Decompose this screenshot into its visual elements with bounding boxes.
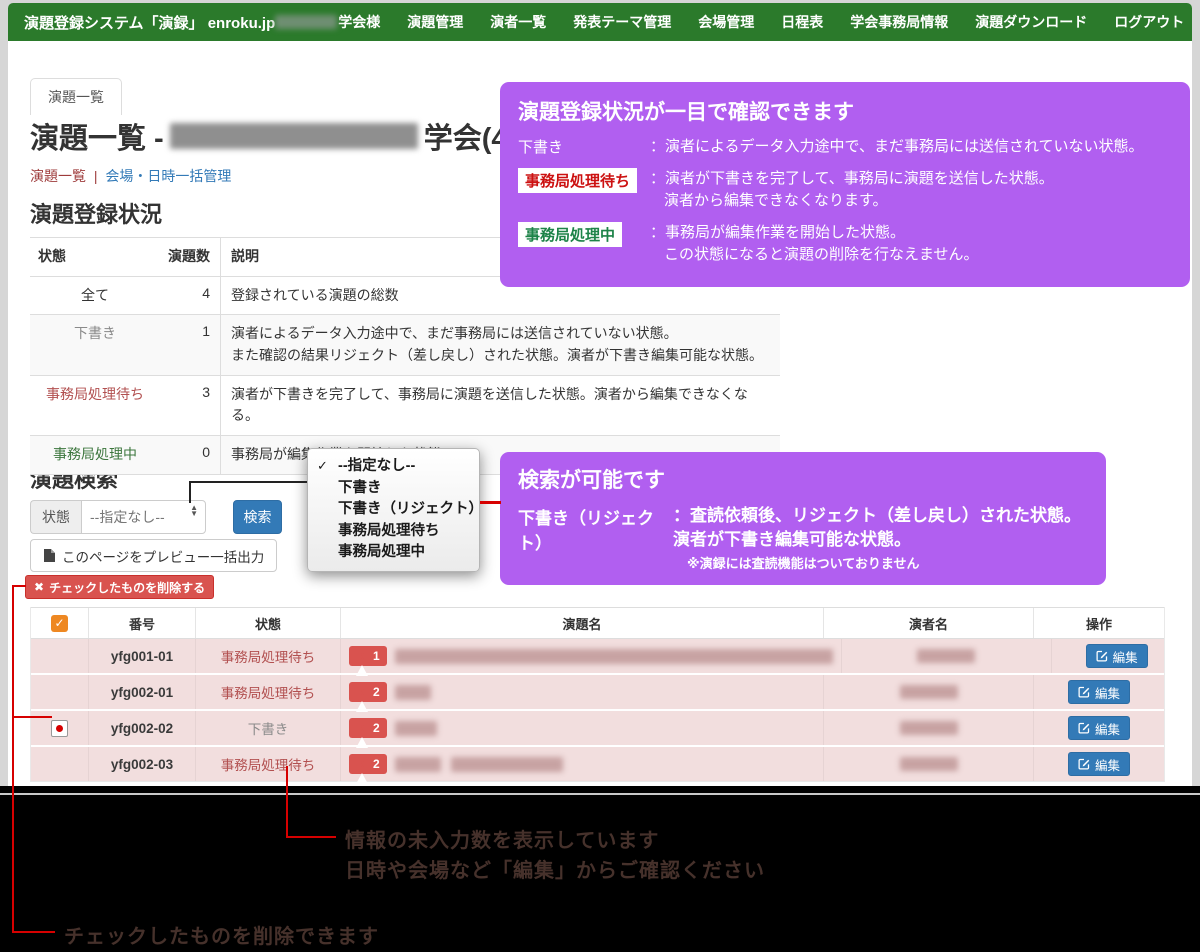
dropdown-option-draft[interactable]: 下書き [308, 478, 479, 500]
check-icon: ✓ [54, 616, 64, 630]
state-select[interactable]: --指定なし-- ▲▼ [81, 500, 206, 534]
annotation-warn-text-1: 情報の未入力数を表示しています [345, 824, 659, 853]
nav-item-download[interactable]: 演題ダウンロード [975, 12, 1087, 32]
state-label: 状態 [30, 500, 81, 534]
callout1-row-processing: 事務局処理中 ：事務局が編集作業を開始した状態。 この状態になると演題の削除を行… [518, 222, 1172, 267]
edit-button[interactable]: 編集 [1068, 752, 1130, 776]
callout1-row-draft: 下書き ：演者によるデータ入力途中で、まだ事務局には送信されていない状態。 [518, 136, 1172, 159]
edit-pencil-icon [1078, 758, 1090, 770]
callout2-title: 検索が可能です [518, 464, 1088, 494]
blurred-presentation-title [395, 685, 431, 700]
warning-count-badge: ! 2 [349, 718, 387, 738]
breadcrumb: 演題一覧 | 会場・日時一括管理 [30, 166, 231, 186]
annotation-line-badge-vertical [286, 766, 288, 838]
warning-icon: ! [356, 723, 369, 734]
edit-button[interactable]: 編集 [1068, 680, 1130, 704]
status-row-draft: 下書き 1 演者によるデータ入力途中で、まだ事務局には送信されていない状態。 ま… [30, 314, 780, 374]
edit-button[interactable]: 編集 [1086, 644, 1148, 668]
annotation-red-dot [56, 725, 63, 732]
nav-item-kaijo-kanri[interactable]: 会場管理 [698, 12, 754, 32]
blurred-presentation-title [451, 757, 563, 772]
select-all-checkbox[interactable]: ✓ [51, 615, 68, 632]
blurred-presenter-name [900, 685, 958, 699]
annotation-line-vertical-left [12, 585, 14, 933]
callout2-note: ※演録には査読機能はついておりません [673, 555, 1081, 573]
warning-icon: ! [356, 687, 369, 698]
connector-dropdown-to-callout [480, 501, 501, 504]
app-brand: 演題登録システム「演録」 enroku.jp [24, 12, 275, 33]
annotation-warn-text-2: 日時や会場など「編集」からご確認ください [345, 854, 765, 883]
nav-item-enja-ichiran[interactable]: 演者一覧 [490, 12, 546, 32]
connector-select-horizontal [189, 481, 307, 483]
warning-icon: ! [356, 759, 369, 770]
dropdown-option-waiting[interactable]: 事務局処理待ち [308, 521, 479, 543]
page-title: 演題一覧 - 学会(4 [30, 116, 508, 156]
state-select-dropdown: ✓ --指定なし-- 下書き 下書き（リジェクト） 事務局処理待ち 事務局処理中 [307, 448, 480, 572]
warning-count-badge: ! 2 [349, 682, 387, 702]
edit-button[interactable]: 編集 [1068, 716, 1130, 740]
annotation-line-to-delete-button [12, 585, 26, 587]
blurred-presenter-name [900, 757, 958, 771]
table-row: yfg002-01 事務局処理待ち ! 2 編集 [31, 675, 1164, 711]
nav-item-jimukyoku-info[interactable]: 学会事務局情報 [850, 12, 948, 32]
annotation-line-to-checkbox [12, 716, 52, 718]
dropdown-option-draft-reject[interactable]: 下書き（リジェクト） [308, 499, 479, 521]
blurred-society-name [275, 15, 337, 29]
table-row: yfg002-03 事務局処理待ち ! 2 編集 [31, 747, 1164, 781]
document-icon [43, 548, 56, 563]
edit-pencil-icon [1078, 686, 1090, 698]
blurred-presentation-title [395, 721, 437, 736]
blurred-title-text [170, 123, 418, 149]
tab-endai-ichiran[interactable]: 演題一覧 [30, 78, 122, 115]
blurred-presentation-title [395, 649, 833, 664]
preview-export-button[interactable]: このページをプレビュー一括出力 [30, 539, 277, 572]
edit-pencil-icon [1078, 722, 1090, 734]
chip-waiting: 事務局処理待ち [518, 168, 637, 193]
warning-count-badge: ! 1 [349, 646, 387, 666]
top-navbar: 演題登録システム「演録」 enroku.jp 学会様 演題管理 演者一覧 発表テ… [8, 3, 1192, 41]
blurred-presenter-name [917, 649, 975, 663]
nav-item-society[interactable]: 学会様 [275, 12, 380, 32]
nav-item-nittei[interactable]: 日程表 [781, 12, 823, 32]
callout-status-explanation: 演題登録状況が一目で確認できます 下書き ：演者によるデータ入力途中で、まだ事務… [500, 82, 1190, 287]
divider-line [0, 793, 1200, 795]
row-checkbox[interactable] [51, 720, 68, 737]
warning-count-badge: ! 2 [349, 754, 387, 774]
callout-search-explanation: 検索が可能です 下書き（リジェクト） ：査読依頼後、リジェクト（差し戻し）された… [500, 452, 1106, 585]
breadcrumb-link-venue-datetime[interactable]: 会場・日時一括管理 [105, 168, 231, 184]
blurred-presentation-title [395, 757, 441, 772]
chip-processing: 事務局処理中 [518, 222, 622, 247]
warning-icon: ! [356, 651, 369, 662]
nav-item-theme-kanri[interactable]: 発表テーマ管理 [573, 12, 671, 32]
search-button[interactable]: 検索 [233, 500, 282, 534]
nav-item-endai-kanri[interactable]: 演題管理 [407, 12, 463, 32]
presentation-table: ✓ 番号 状態 演題名 演者名 操作 yfg001-01 事務局処理待ち ! 1… [30, 607, 1165, 782]
edit-pencil-icon [1096, 650, 1108, 662]
select-arrows-icon: ▲▼ [190, 505, 198, 518]
search-controls: 状態 --指定なし-- ▲▼ 検索 [30, 500, 282, 534]
table-row: yfg001-01 事務局処理待ち ! 1 編集 [31, 639, 1164, 675]
nav-item-logout[interactable]: ログアウト [1114, 12, 1184, 32]
annotation-delete-text: チェックしたものを削除できます [64, 920, 379, 949]
callout1-row-waiting: 事務局処理待ち ：演者が下書きを完了して、事務局に演題を送信した状態。 演者から… [518, 168, 1172, 213]
checkmark-icon: ✓ [317, 457, 328, 475]
dropdown-option-none[interactable]: ✓ --指定なし-- [308, 456, 479, 478]
annotation-line-badge-horizontal [286, 836, 336, 838]
table-row: yfg002-02 下書き ! 2 編集 [31, 711, 1164, 747]
annotation-line-to-delete-text [12, 931, 55, 933]
blurred-presenter-name [900, 721, 958, 735]
dropdown-option-processing[interactable]: 事務局処理中 [308, 542, 479, 564]
status-section-heading: 演題登録状況 [30, 197, 162, 229]
close-icon: ✖ [34, 580, 44, 594]
callout1-title: 演題登録状況が一目で確認できます [518, 96, 1172, 126]
nav-menu: 学会様 演題管理 演者一覧 発表テーマ管理 会場管理 日程表 学会事務局情報 演… [275, 12, 1184, 32]
presentation-table-header: ✓ 番号 状態 演題名 演者名 操作 [31, 607, 1164, 639]
connector-select-vertical [189, 481, 191, 503]
delete-checked-button[interactable]: ✖ チェックしたものを削除する [25, 575, 214, 599]
status-row-waiting: 事務局処理待ち 3 演者が下書きを完了して、事務局に演題を送信した状態。演者から… [30, 375, 780, 435]
